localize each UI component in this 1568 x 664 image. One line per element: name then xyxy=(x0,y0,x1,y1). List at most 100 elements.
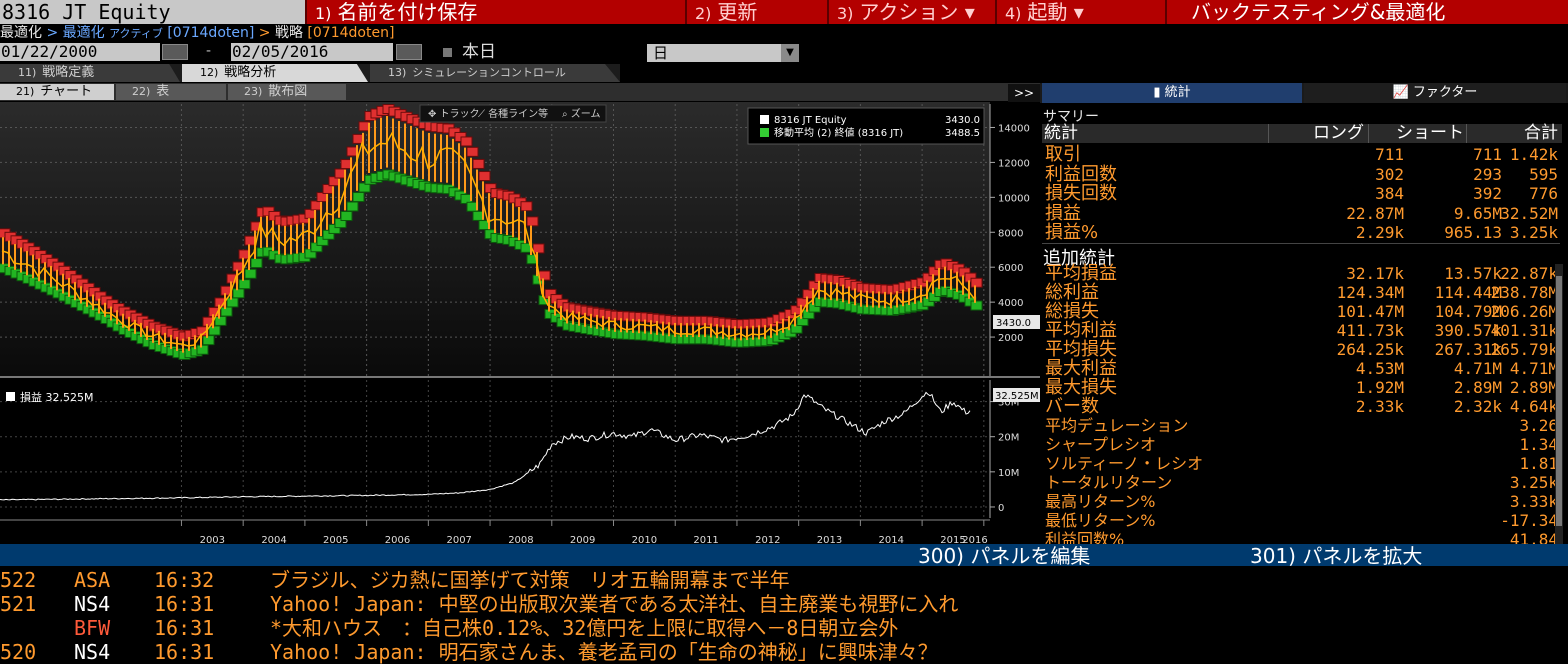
active-label: アクティブ xyxy=(109,27,163,40)
subtab-scatter[interactable]: 23) 散布図 xyxy=(228,84,346,100)
tab-strategy-definition[interactable]: 11) 戦略定義 xyxy=(0,64,180,82)
stat-row[interactable]: 平均損益 32.17k 13.57k 22.87k xyxy=(1043,264,1558,283)
track-tool[interactable]: ✥ トラック xyxy=(428,108,480,120)
stat-row[interactable]: シャープレシオ 1.34 xyxy=(1043,435,1558,454)
long-signal-marker xyxy=(340,211,353,222)
col-header-short[interactable]: ショート xyxy=(1372,124,1464,143)
stat-total: 3.25k xyxy=(1509,473,1558,492)
stat-row[interactable]: 最高リターン% 3.33k xyxy=(1043,492,1558,511)
stat-row[interactable]: 最低リターン% -17.34 xyxy=(1043,511,1558,530)
stat-row[interactable]: 最大利益 4.53M 4.71M 4.71M xyxy=(1043,359,1558,378)
stat-label: 平均損益 xyxy=(1045,263,1117,284)
stat-long: 302 xyxy=(1375,164,1404,184)
news-item[interactable]: BFW 16:31 *大和ハウス ：自己株0.12%、32億円を上限に取得へ－8日朝… xyxy=(0,616,1568,640)
subtab-chart[interactable]: 21) チャート xyxy=(0,84,114,100)
x-tick-label: 2009 xyxy=(570,535,595,544)
legend-price-name: 8316 JT Equity xyxy=(774,115,847,126)
stat-label: 平均利益 xyxy=(1045,320,1117,341)
stats-scroll-thumb[interactable] xyxy=(1556,276,1562,526)
chart-icon: ▮ xyxy=(1153,85,1165,100)
stat-row[interactable]: 総利益 124.34M 114.44M 238.78M xyxy=(1043,283,1558,302)
start-date-field[interactable]: 01/22/2000 xyxy=(0,43,160,61)
stat-long: 2.33k xyxy=(1355,397,1404,416)
edit-panel-button[interactable]: 300) パネルを編集 xyxy=(918,544,1090,568)
news-item[interactable]: 520 NS4 16:31 Yahoo! Japan: 明石家さんま、養老孟司の「生命… xyxy=(0,640,1568,664)
col-header-long[interactable]: ロング xyxy=(1300,124,1364,143)
news-headline: ブラジル、ジカ熱に国挙げて対策 リオ五輪開幕まで半年 xyxy=(270,568,790,592)
news-headline: *大和ハウス ：自己株0.12%、32億円を上限に取得へ－8日朝立会外 xyxy=(270,616,899,640)
stat-row[interactable]: 利益回数 302 293 595 xyxy=(1043,165,1558,184)
date-separator: - xyxy=(206,43,212,59)
stat-total: 2.89M xyxy=(1509,378,1558,397)
stat-long: 411.73k xyxy=(1336,321,1404,340)
tab-strategy-analysis[interactable]: 12) 戦略分析 xyxy=(182,64,368,82)
calendar-icon[interactable] xyxy=(162,44,188,60)
tab-bar-spacer xyxy=(620,64,1568,82)
x-tick-label: 2006 xyxy=(385,535,410,544)
news-time: 16:31 xyxy=(154,640,215,664)
stat-total: 1.42k xyxy=(1509,145,1558,164)
chevron-down-icon[interactable]: ▼ xyxy=(781,44,799,62)
subtab-table[interactable]: 22) 表 xyxy=(116,84,226,100)
stat-short: 4.71M xyxy=(1453,359,1502,378)
stat-row[interactable]: 取引 711 711 1.42k xyxy=(1043,145,1558,164)
expand-panel-button[interactable]: >> xyxy=(1008,84,1040,102)
stat-label: 最高リターン% xyxy=(1045,492,1156,511)
stat-row[interactable]: 平均利益 411.73k 390.57k 401.31k xyxy=(1043,321,1558,340)
today-label: 本日 xyxy=(462,42,496,62)
strategy-name[interactable]: [0714doten] xyxy=(307,25,394,41)
stat-long: 32.17k xyxy=(1346,264,1404,283)
stat-label: ソルティーノ・レシオ xyxy=(1045,454,1204,473)
stat-row[interactable]: 損益% 2.29k 965.13 3.25k xyxy=(1043,223,1558,242)
news-time: 16:32 xyxy=(154,568,215,592)
zoom-tool[interactable]: ⌕ ズーム xyxy=(562,107,600,120)
backtest-chart[interactable]: 2000 4000 6000 8000 10000 12000 14000 0 10M 20M 3… xyxy=(0,102,1040,544)
end-date-field[interactable]: 02/05/2016 xyxy=(231,43,393,61)
tab-simulation-control[interactable]: 13) シミュレーションコントロール xyxy=(370,64,620,82)
news-headline: Yahoo! Japan: 明石家さんま、養老孟司の「生命の神秘」に興味津々？ xyxy=(270,640,938,664)
save-as-button[interactable]: 1) 名前を付け保存 xyxy=(305,0,685,24)
stat-short: 293 xyxy=(1473,164,1502,184)
active-strategy-name[interactable]: [0714doten] xyxy=(167,25,254,41)
chart-svg[interactable]: 2000 4000 6000 8000 10000 12000 14000 0 10M 20M 3… xyxy=(0,102,1040,544)
expand-panel-link[interactable]: 301) パネルを拡大 xyxy=(1250,544,1422,568)
legend-price-value: 3430.0 xyxy=(945,115,980,126)
stat-row[interactable]: ソルティーノ・レシオ 1.81 xyxy=(1043,454,1558,473)
launch-menu-button[interactable]: 4) 起動 ▾ xyxy=(995,0,1165,24)
breadcrumb-optimize-link[interactable]: 最適化 xyxy=(63,25,109,41)
long-signal-marker xyxy=(202,335,215,346)
today-checkbox[interactable] xyxy=(443,48,452,57)
x-tick-label: 2010 xyxy=(632,535,657,544)
news-item[interactable]: 521 NS4 16:31 Yahoo! Japan: 中堅の出版取次業者である太洋社… xyxy=(0,592,1568,616)
stat-total: 3.33k xyxy=(1509,492,1558,511)
stat-row[interactable]: 総損失 101.47M 104.79M 206.26M xyxy=(1043,302,1558,321)
stat-total: 32.52M xyxy=(1500,203,1558,223)
stat-row[interactable]: バー数 2.33k 2.32k 4.64k xyxy=(1043,397,1558,416)
period-select[interactable]: 日 xyxy=(647,44,799,62)
col-header-stat[interactable]: 統計 xyxy=(1044,124,1078,143)
stat-label: 損益 xyxy=(1045,202,1081,224)
stat-short: 13.57k xyxy=(1444,264,1502,283)
last-pnl-tag-text: 32.525M xyxy=(995,391,1039,402)
actions-menu-button[interactable]: 3) アクション ▾ xyxy=(827,0,995,24)
stat-row[interactable]: 最大損失 1.92M 2.89M 2.89M xyxy=(1043,378,1558,397)
x-tick-label: 2005 xyxy=(323,535,348,544)
y-tick-label: 2000 xyxy=(998,333,1023,344)
lines-tool[interactable]: ⟋ 各種ライン等 xyxy=(478,107,548,120)
stat-row[interactable]: 損益 22.87M 9.65M 32.52M xyxy=(1043,204,1558,223)
refresh-button[interactable]: 2) 更新 xyxy=(685,0,827,24)
stat-row[interactable]: 平均損失 264.25k 267.31k 265.79k xyxy=(1043,340,1558,359)
breadcrumb-optimize[interactable]: 最適化 xyxy=(0,25,42,41)
short-signal-marker xyxy=(970,277,983,288)
ticker-field[interactable]: 8316 JT Equity xyxy=(0,0,305,24)
stat-row[interactable]: トータルリターン 3.25k xyxy=(1043,473,1558,492)
short-signal-marker xyxy=(478,171,491,182)
tab-factor[interactable]: 📈 ファクター xyxy=(1304,83,1566,103)
stat-row[interactable]: 損失回数 384 392 776 xyxy=(1043,184,1558,203)
stat-row[interactable]: 平均デュレーション 3.26 xyxy=(1043,416,1558,435)
calendar-icon[interactable] xyxy=(396,44,422,60)
news-item[interactable]: 522 ASA 16:32 ブラジル、ジカ熱に国挙げて対策 リオ五輪開幕まで半年 xyxy=(0,568,1568,592)
stat-long: 22.87M xyxy=(1346,203,1404,223)
col-header-total[interactable]: 合計 xyxy=(1470,124,1558,143)
tab-statistics[interactable]: ▮ 統計 xyxy=(1042,83,1302,103)
